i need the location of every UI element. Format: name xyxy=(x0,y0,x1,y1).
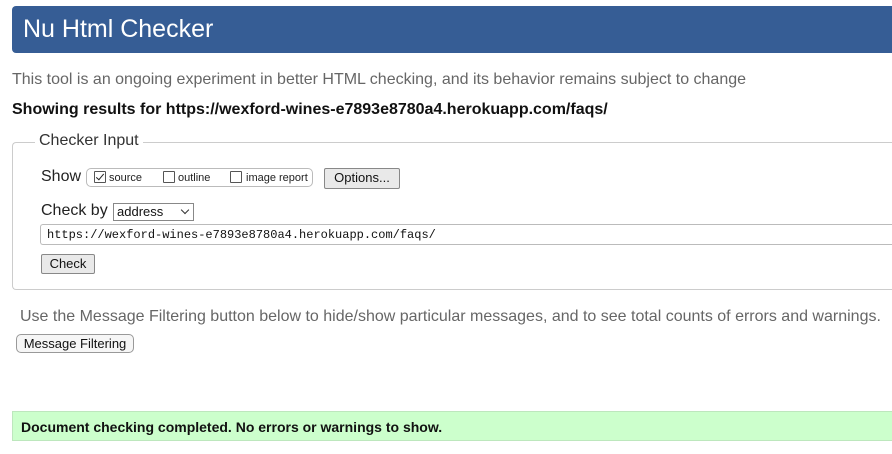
options-button[interactable]: Options... xyxy=(324,168,400,189)
outline-checkbox[interactable] xyxy=(163,171,175,183)
check-by-select[interactable]: address xyxy=(113,203,194,221)
image-report-checkbox[interactable] xyxy=(230,171,242,183)
source-checkbox-label: source xyxy=(109,172,143,184)
checker-input-legend: Checker Input xyxy=(35,132,143,150)
show-options-group: source outline image report xyxy=(86,168,313,187)
tagline: This tool is an ongoing experiment in be… xyxy=(12,71,747,88)
success-message: Document checking completed. No errors o… xyxy=(21,419,443,435)
url-input[interactable]: https://wexford-wines-e7893e8780a4.herok… xyxy=(40,224,892,245)
filtering-note: Use the Message Filtering button below t… xyxy=(20,308,881,325)
page-header: Nu Html Checker xyxy=(12,6,892,53)
source-checkbox[interactable] xyxy=(94,171,106,183)
show-label: Show xyxy=(41,168,82,185)
chevron-down-icon xyxy=(180,205,190,215)
check-by-select-value: address xyxy=(117,204,164,219)
outline-checkbox-label: outline xyxy=(178,172,211,184)
success-banner: Document checking completed. No errors o… xyxy=(12,411,892,441)
image-report-checkbox-label: image report xyxy=(246,172,308,184)
showing-results-heading: Showing results for https://wexford-wine… xyxy=(12,101,608,118)
check-by-label: Check by xyxy=(41,202,108,219)
url-input-value: https://wexford-wines-e7893e8780a4.herok… xyxy=(47,228,436,242)
message-filtering-button[interactable]: Message Filtering xyxy=(16,334,134,353)
check-button[interactable]: Check xyxy=(41,254,95,274)
page-title: Nu Html Checker xyxy=(23,15,214,43)
